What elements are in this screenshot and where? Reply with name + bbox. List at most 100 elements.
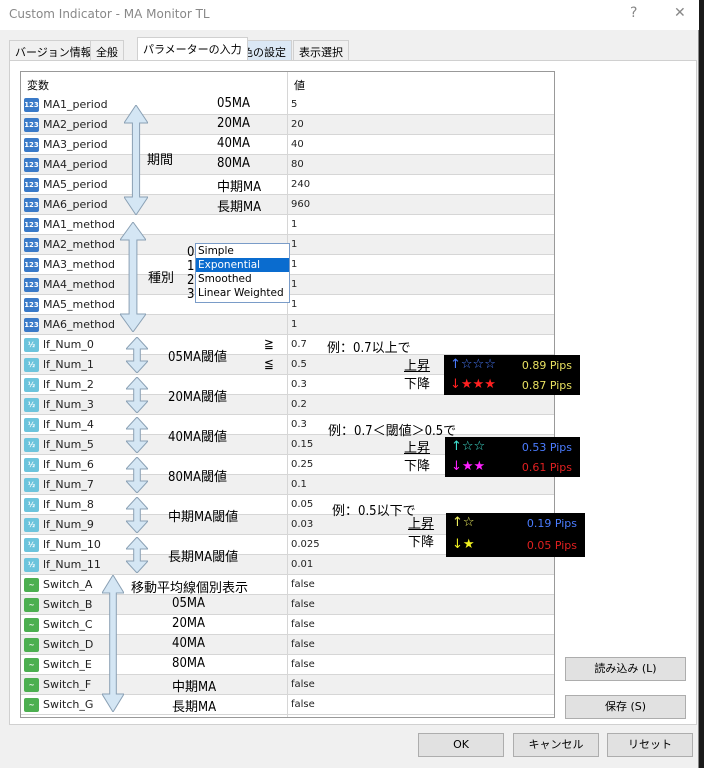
parameter-value[interactable]: 80: [291, 159, 304, 170]
integer-type-icon: 123: [24, 298, 39, 312]
parameter-value[interactable]: 0.03: [291, 519, 313, 530]
tab-general[interactable]: 全般: [90, 40, 124, 60]
parameter-value[interactable]: 5: [291, 99, 297, 110]
parameter-name: lf_Num_8: [43, 498, 94, 511]
parameter-value[interactable]: 0.3: [291, 379, 307, 390]
parameter-name: lf_Num_7: [43, 478, 94, 491]
parameter-name: MA3_period: [43, 138, 108, 151]
parameter-value[interactable]: 1: [291, 219, 297, 230]
parameter-value[interactable]: 0.5: [291, 359, 307, 370]
reset-button[interactable]: リセット: [607, 733, 693, 757]
parameter-name: Switch_C: [43, 618, 93, 631]
method-dropdown-list[interactable]: Simple Exponential Smoothed Linear Weighted: [195, 243, 290, 303]
parameter-value[interactable]: 960: [291, 199, 310, 210]
column-header-variable[interactable]: 変数: [21, 72, 55, 94]
pips-value: 0.89 Pips: [521, 359, 572, 372]
down-arrow-stars-icon: ↓★★★: [450, 377, 496, 392]
double-type-icon: ½: [24, 478, 39, 492]
parameter-name: lf_Num_1: [43, 358, 94, 371]
parameter-value[interactable]: false: [291, 599, 315, 610]
column-divider: [287, 72, 288, 717]
pips-value: 0.53 Pips: [521, 441, 572, 454]
tab-parameters[interactable]: パラメーターの入力: [137, 37, 248, 60]
switch-annotation: 長期MA: [172, 700, 217, 715]
pips-value: 0.05 Pips: [526, 539, 577, 552]
double-arrow-icon: [126, 337, 148, 373]
tab-display-select[interactable]: 表示選択: [293, 40, 349, 60]
parameter-name: lf_Num_4: [43, 418, 94, 431]
parameter-value[interactable]: 0.01: [291, 559, 313, 570]
down-arrow-stars-icon: ↓★: [452, 537, 475, 552]
dialog-window: Custom Indicator - MA Monitor TL ? ✕ バージ…: [0, 0, 699, 768]
parameter-value[interactable]: 0.2: [291, 399, 307, 410]
tab-version-info[interactable]: バージョン情報: [9, 40, 98, 60]
parameter-value[interactable]: 0.05: [291, 499, 313, 510]
integer-type-icon: 123: [24, 98, 39, 112]
integer-type-icon: 123: [24, 138, 39, 152]
fall-signal-box: ↓★ 0.05 Pips: [446, 535, 585, 557]
parameter-value[interactable]: 1: [291, 259, 297, 270]
column-header-value[interactable]: 値: [288, 72, 311, 94]
parameter-value[interactable]: false: [291, 679, 315, 690]
double-arrow-icon: [120, 222, 146, 332]
period-annotation: 80MA: [217, 156, 250, 171]
parameter-value[interactable]: 0.25: [291, 459, 313, 470]
parameter-value[interactable]: 1: [291, 299, 297, 310]
parameter-value[interactable]: 1: [291, 279, 297, 290]
close-button[interactable]: ✕: [674, 5, 686, 21]
rise-signal-box: ↑☆ 0.19 Pips: [446, 513, 585, 535]
parameter-value[interactable]: 0.3: [291, 419, 307, 430]
method-option[interactable]: Linear Weighted: [196, 286, 289, 300]
rise-signal-box: ↑☆☆☆ 0.89 Pips: [444, 355, 580, 375]
method-option[interactable]: Exponential: [196, 258, 289, 272]
integer-type-icon: 123: [24, 218, 39, 232]
parameter-value[interactable]: 0.1: [291, 479, 307, 490]
save-button[interactable]: 保存 (S): [565, 695, 686, 719]
parameter-value[interactable]: 20: [291, 119, 304, 130]
parameter-value[interactable]: 1: [291, 239, 297, 250]
parameter-value[interactable]: false: [291, 659, 315, 670]
parameter-value[interactable]: 240: [291, 179, 310, 190]
switch-annotation: 中期MA: [172, 680, 217, 695]
double-type-icon: ½: [24, 518, 39, 532]
method-option[interactable]: Smoothed: [196, 272, 289, 286]
parameter-name: MA5_method: [43, 298, 115, 311]
parameter-value[interactable]: false: [291, 579, 315, 590]
parameter-value[interactable]: 40: [291, 139, 304, 150]
threshold-annotation: 05MA閾値: [168, 350, 227, 365]
parameter-value[interactable]: 0.7: [291, 339, 307, 350]
boolean-type-icon: ~: [24, 598, 39, 612]
boolean-type-icon: ~: [24, 658, 39, 672]
double-type-icon: ½: [24, 558, 39, 572]
example-annotation: 例：0.7以上で: [327, 341, 411, 356]
method-option[interactable]: Simple: [196, 244, 289, 258]
cancel-button[interactable]: キャンセル: [513, 733, 599, 757]
parameter-value[interactable]: 0.15: [291, 439, 313, 450]
integer-type-icon: 123: [24, 178, 39, 192]
method-number: 2: [187, 273, 195, 288]
method-number: 0: [187, 245, 195, 260]
parameter-name: lf_Num_9: [43, 518, 94, 531]
load-button[interactable]: 読み込み (L): [565, 657, 686, 681]
double-type-icon: ½: [24, 538, 39, 552]
help-button[interactable]: ?: [630, 5, 637, 21]
parameter-name: MA6_period: [43, 198, 108, 211]
pips-value: 0.87 Pips: [521, 379, 572, 392]
switch-annotation: 80MA: [172, 656, 205, 671]
parameter-value[interactable]: false: [291, 639, 315, 650]
parameter-value[interactable]: 0.025: [291, 539, 320, 550]
parameter-value[interactable]: false: [291, 619, 315, 630]
parameter-value[interactable]: 1: [291, 319, 297, 330]
parameter-name: MA5_period: [43, 178, 108, 191]
threshold-annotation: 40MA閾値: [168, 430, 227, 445]
rise-label: 上昇: [404, 441, 431, 456]
parameter-name: MA4_period: [43, 158, 108, 171]
pips-value: 0.61 Pips: [521, 461, 572, 474]
parameter-value[interactable]: false: [291, 699, 315, 710]
double-type-icon: ½: [24, 378, 39, 392]
fall-label: 下降: [404, 377, 431, 392]
ok-button[interactable]: OK: [418, 733, 504, 757]
rise-label: 上昇: [408, 517, 435, 532]
example-annotation: 例：0.7＜閾値＞0.5で: [328, 424, 457, 439]
integer-type-icon: 123: [24, 318, 39, 332]
